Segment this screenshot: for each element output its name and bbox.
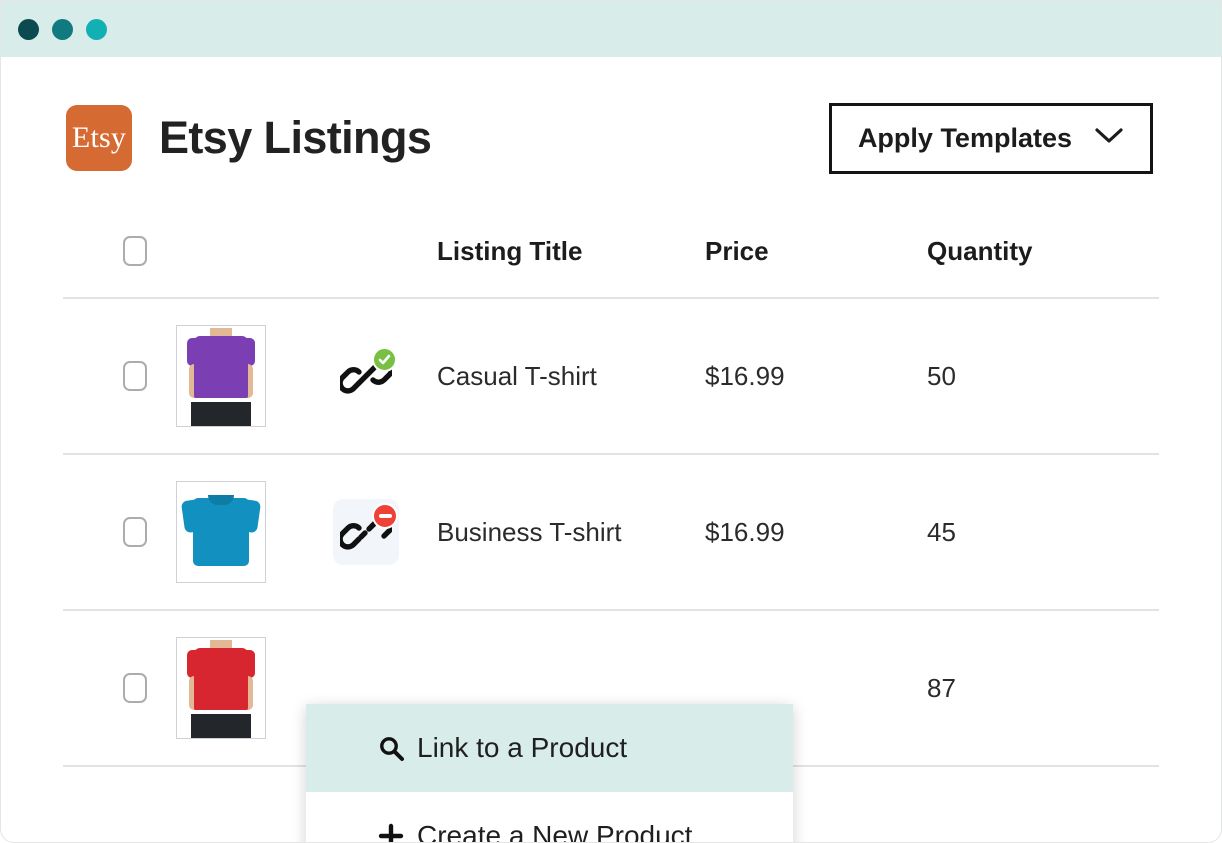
etsy-logo-icon: Etsy xyxy=(66,105,132,171)
row-link-cell xyxy=(295,499,437,565)
link-status-button[interactable] xyxy=(333,343,399,409)
select-all-cell xyxy=(63,236,147,266)
row-price: $16.99 xyxy=(705,360,785,391)
column-header-title: Listing Title xyxy=(437,235,583,266)
menu-item-create-new-product[interactable]: Create a New Product xyxy=(306,792,793,843)
column-header-quantity: Quantity xyxy=(927,235,1033,266)
window-titlebar xyxy=(1,1,1221,57)
link-product-dropdown: Link to a Product Create a New Product xyxy=(306,704,793,843)
row-checkbox[interactable] xyxy=(123,673,147,703)
row-price: $16.99 xyxy=(705,516,785,547)
row-select-cell xyxy=(63,673,147,703)
apply-templates-label: Apply Templates xyxy=(857,122,1072,153)
row-title: Casual T-shirt xyxy=(437,360,597,391)
row-checkbox[interactable] xyxy=(123,517,147,547)
menu-item-label: Link to a Product xyxy=(417,732,628,763)
row-quantity: 87 xyxy=(927,672,956,703)
window-dot-maximize[interactable] xyxy=(86,18,107,40)
check-badge-icon xyxy=(372,347,397,372)
row-select-cell xyxy=(63,361,147,391)
row-thumbnail-cell xyxy=(147,481,295,583)
window-dot-minimize[interactable] xyxy=(52,18,73,40)
chevron-down-icon xyxy=(1094,127,1124,150)
link-status-button[interactable] xyxy=(333,499,399,565)
app-window: Etsy Etsy Listings Apply Templates Listi… xyxy=(0,0,1222,843)
page-title: Etsy Listings xyxy=(159,112,432,163)
row-quantity: 45 xyxy=(927,516,956,547)
plus-icon xyxy=(377,822,405,842)
page-header: Etsy Etsy Listings Apply Templates xyxy=(1,57,1221,177)
listings-table: Listing Title Price Quantity Casual T-sh… xyxy=(1,205,1221,842)
row-thumbnail-cell xyxy=(147,637,295,739)
row-select-cell xyxy=(63,517,147,547)
product-thumbnail xyxy=(176,637,266,739)
menu-item-label: Create a New Product xyxy=(417,820,693,843)
row-quantity: 50 xyxy=(927,360,956,391)
etsy-logo-text: Etsy xyxy=(71,121,127,154)
search-icon xyxy=(377,734,405,762)
window-dot-close[interactable] xyxy=(18,18,39,40)
product-thumbnail xyxy=(176,481,266,583)
minus-badge-icon xyxy=(372,503,398,529)
row-title: Business T-shirt xyxy=(437,516,622,547)
row-checkbox[interactable] xyxy=(123,361,147,391)
apply-templates-button[interactable]: Apply Templates xyxy=(828,102,1153,174)
column-header-price: Price xyxy=(705,235,769,266)
menu-item-link-to-product[interactable]: Link to a Product xyxy=(306,704,793,792)
product-thumbnail xyxy=(176,325,266,427)
table-row[interactable]: Casual T-shirt $16.99 50 xyxy=(63,299,1159,453)
select-all-checkbox[interactable] xyxy=(123,236,147,266)
row-link-cell xyxy=(295,343,437,409)
table-row[interactable]: Business T-shirt $16.99 45 xyxy=(63,455,1159,609)
row-thumbnail-cell xyxy=(147,325,295,427)
table-header-row: Listing Title Price Quantity xyxy=(63,205,1159,297)
